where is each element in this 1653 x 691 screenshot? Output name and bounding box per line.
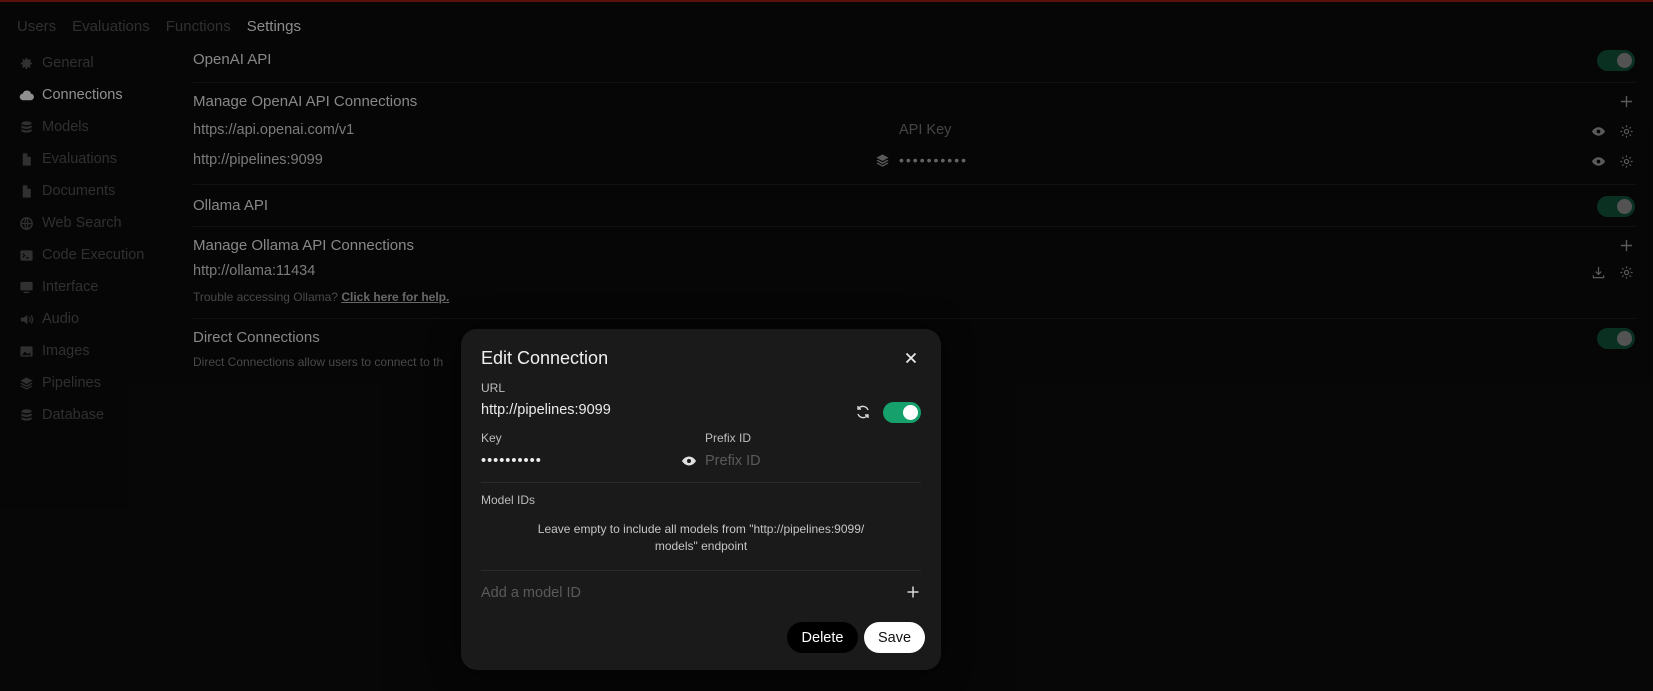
key-label: Key: [481, 431, 502, 445]
plus-icon: [907, 586, 919, 598]
edit-connection-modal: Edit Connection URL http://pipelines:909…: [461, 329, 941, 670]
delete-button[interactable]: Delete: [787, 622, 858, 653]
verify-connection-button[interactable]: [855, 404, 871, 420]
prefix-id-label: Prefix ID: [705, 431, 752, 445]
add-model-id-input[interactable]: Add a model ID: [481, 585, 581, 601]
divider: [481, 570, 921, 571]
connection-enabled-toggle[interactable]: [883, 402, 921, 423]
modal-title: Edit Connection: [481, 348, 609, 368]
close-button[interactable]: [903, 350, 919, 366]
add-model-id-button[interactable]: [905, 584, 921, 600]
url-label: URL: [481, 381, 506, 395]
save-button[interactable]: Save: [864, 622, 925, 653]
model-ids-label: Model IDs: [481, 493, 536, 507]
refresh-icon: [857, 405, 869, 419]
eye-icon: [682, 456, 696, 466]
prefix-id-input[interactable]: Prefix ID: [705, 453, 761, 469]
info-line: models" endpoint: [654, 539, 748, 553]
divider: [481, 482, 921, 483]
model-ids-info: Leave empty to include all models from "…: [481, 521, 921, 555]
url-input[interactable]: http://pipelines:9099: [481, 402, 611, 418]
close-icon: [905, 352, 917, 364]
show-key-button[interactable]: [681, 453, 697, 469]
info-line: Leave empty to include all models from "…: [537, 522, 865, 536]
key-input[interactable]: ••••••••••: [481, 453, 542, 469]
